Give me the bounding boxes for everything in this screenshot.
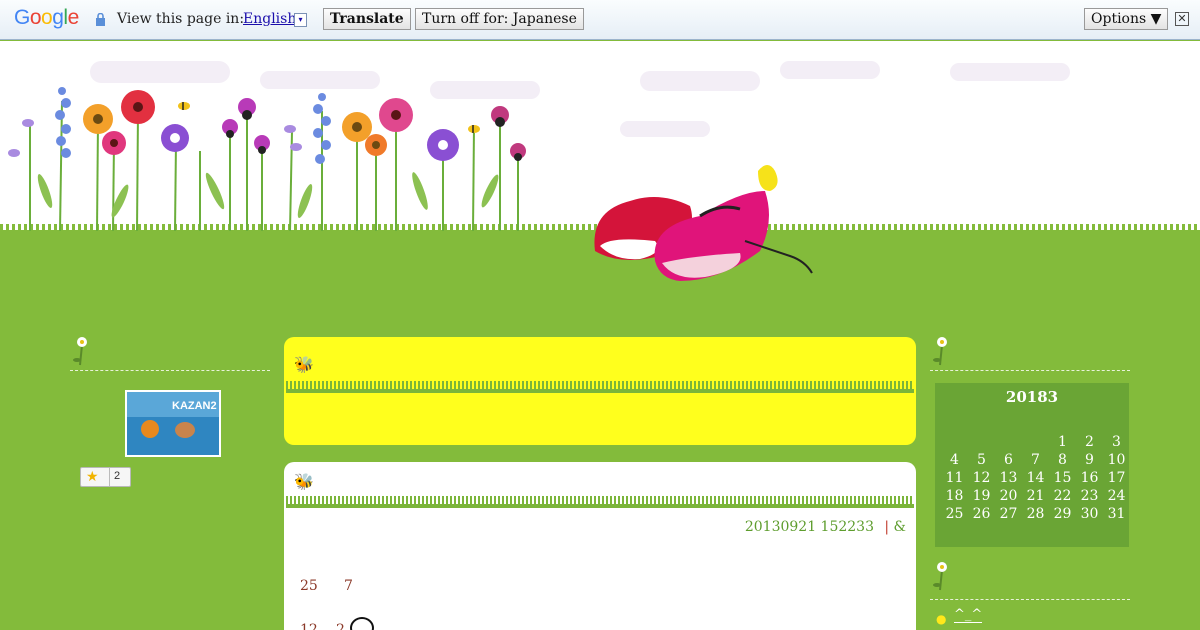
translate-bar: Google View this page in: English ▾ Tran…: [0, 0, 1200, 40]
star-button[interactable]: ★ 2: [80, 467, 131, 487]
calendar-day: 20: [999, 488, 1018, 504]
calendar-day: 12: [972, 470, 991, 486]
separator: |: [884, 519, 890, 535]
calendar-empty-cell: [995, 433, 1022, 451]
post-panel: 🐝 20130921 152233 | & 25 7 12 2: [284, 462, 916, 630]
left-sidebar-header: [70, 337, 270, 371]
grass-divider: [286, 381, 914, 393]
calendar-day: 24: [1107, 488, 1126, 504]
post-timestamp[interactable]: 20130921 152233: [745, 519, 874, 535]
calendar-empty-cell: [1022, 433, 1049, 451]
bee-icon: 🐝: [294, 355, 314, 374]
calendar-day: 30: [1080, 506, 1099, 522]
smiley-link[interactable]: ^_^: [954, 607, 983, 623]
body-text: 12: [300, 622, 318, 630]
turn-off-button[interactable]: Turn off for: Japanese: [415, 8, 584, 30]
calendar-day: 15: [1053, 470, 1072, 486]
bee-icon: 🐝: [294, 472, 314, 491]
calendar-day: 6: [1004, 452, 1013, 468]
language-dropdown-icon[interactable]: ▾: [294, 13, 307, 27]
calendar-day: 2: [1085, 434, 1094, 450]
lock-icon: [96, 13, 105, 26]
calendar-day: 21: [1026, 488, 1045, 504]
calendar-day: 11: [945, 470, 964, 486]
calendar-grid: 1 2 3 4 5 6 7 8 9 10 11 12 13 14 15 16 17 18 19 20 21 22 23 24 2…: [941, 433, 1126, 523]
view-page-label: View this page in:: [117, 11, 245, 27]
calendar-empty-cell: [941, 433, 968, 451]
calendar-day: 1: [1058, 434, 1067, 450]
calendar-day: 22: [1053, 488, 1072, 504]
calendar-day: 3: [1112, 434, 1121, 450]
calendar-day: 10: [1107, 452, 1126, 468]
calendar-day: 16: [1080, 470, 1099, 486]
body-text: 2: [336, 622, 345, 630]
calendar-day: 9: [1085, 452, 1094, 468]
calendar-day: 19: [972, 488, 991, 504]
flower-icon: [933, 337, 947, 366]
calendar-day: 29: [1053, 506, 1072, 522]
translate-button[interactable]: Translate: [323, 8, 411, 30]
flower-icon: [73, 337, 87, 366]
options-button[interactable]: Options ▼: [1084, 8, 1169, 30]
calendar-day: 28: [1026, 506, 1045, 522]
star-count: 2: [114, 470, 121, 482]
flower-icon: [933, 562, 947, 591]
star-icon: ★: [86, 469, 99, 485]
calendar-day: 18: [945, 488, 964, 504]
calendar-day: 8: [1058, 452, 1067, 468]
photo-caption: KAZAN2: [172, 400, 217, 412]
calendar-day: 25: [945, 506, 964, 522]
calendar-day: 13: [999, 470, 1018, 486]
body-text: 25: [300, 578, 318, 594]
chick-icon: ●: [936, 612, 947, 626]
comment-link[interactable]: &: [894, 519, 906, 535]
right-sidebar-header: [930, 337, 1130, 371]
google-logo: Google: [14, 6, 79, 29]
calendar: 20183 1 2 3 4 5 6 7 8 9 10 11 12 13 14 15 16 17 18 19 20 21 2…: [935, 383, 1129, 547]
highlight-panel: 🐝: [284, 337, 916, 445]
calendar-empty-cell: [968, 433, 995, 451]
header-illustration: [8, 87, 813, 281]
face-emoji-icon: [350, 617, 374, 630]
post-links: | &: [884, 519, 906, 535]
body-text: 7: [344, 578, 353, 594]
calendar-title: 20183: [1005, 388, 1059, 406]
calendar-day: 23: [1080, 488, 1099, 504]
calendar-day: 31: [1107, 506, 1126, 522]
grass-divider: [286, 496, 914, 508]
calendar-day: 14: [1026, 470, 1045, 486]
language-link[interactable]: English: [243, 11, 296, 27]
close-icon[interactable]: ✕: [1175, 12, 1189, 26]
right-sidebar-header-2: [930, 562, 1130, 600]
calendar-day: 26: [972, 506, 991, 522]
calendar-day: 17: [1107, 470, 1126, 486]
profile-photo[interactable]: KAZAN2: [125, 390, 221, 457]
calendar-day: 7: [1031, 452, 1040, 468]
calendar-day: 27: [999, 506, 1018, 522]
calendar-day: 5: [977, 452, 986, 468]
calendar-day: 4: [950, 452, 959, 468]
